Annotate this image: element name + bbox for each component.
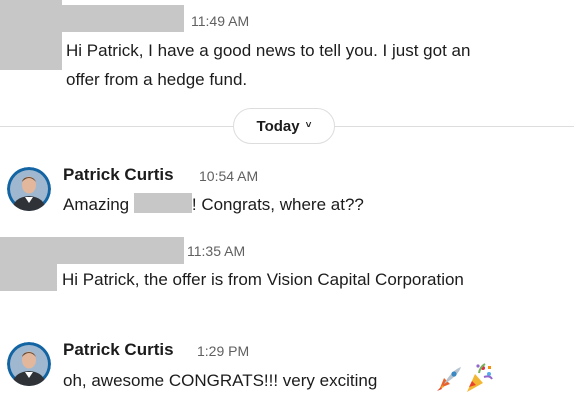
message-text: offer from a hedge fund. xyxy=(66,70,248,89)
redacted-avatar xyxy=(0,237,57,291)
message-text-start: Amazing xyxy=(63,195,134,214)
redacted-sender-name xyxy=(62,5,184,32)
message-text: Hi Patrick, I have a good news to tell y… xyxy=(66,41,471,60)
party-popper-icon xyxy=(464,362,494,394)
message-text: Amazing ! Congrats, where at?? xyxy=(63,192,364,217)
redacted-avatar xyxy=(0,0,62,70)
sender-name[interactable]: Patrick Curtis xyxy=(63,165,174,185)
redacted-name xyxy=(133,193,192,213)
redacted-sender-name xyxy=(57,237,184,264)
message-timestamp[interactable]: 11:49 AM xyxy=(191,13,249,29)
message-timestamp[interactable]: 10:54 AM xyxy=(199,168,258,184)
message-timestamp[interactable]: 11:35 AM xyxy=(187,243,245,259)
avatar[interactable] xyxy=(7,167,51,211)
message-text-end: ! Congrats, where at?? xyxy=(191,195,364,214)
date-divider-button[interactable]: Today ˅ xyxy=(233,108,335,144)
message-text: Hi Patrick, the offer is from Vision Cap… xyxy=(62,270,464,289)
message-text: oh, awesome CONGRATS!!! very exciting xyxy=(63,371,378,390)
avatar[interactable] xyxy=(7,342,51,386)
message-timestamp[interactable]: 1:29 PM xyxy=(197,343,249,359)
chevron-down-icon: ˅ xyxy=(305,120,312,131)
rocket-icon xyxy=(434,364,464,394)
date-divider-label: Today xyxy=(256,117,300,135)
sender-name[interactable]: Patrick Curtis xyxy=(63,340,174,360)
